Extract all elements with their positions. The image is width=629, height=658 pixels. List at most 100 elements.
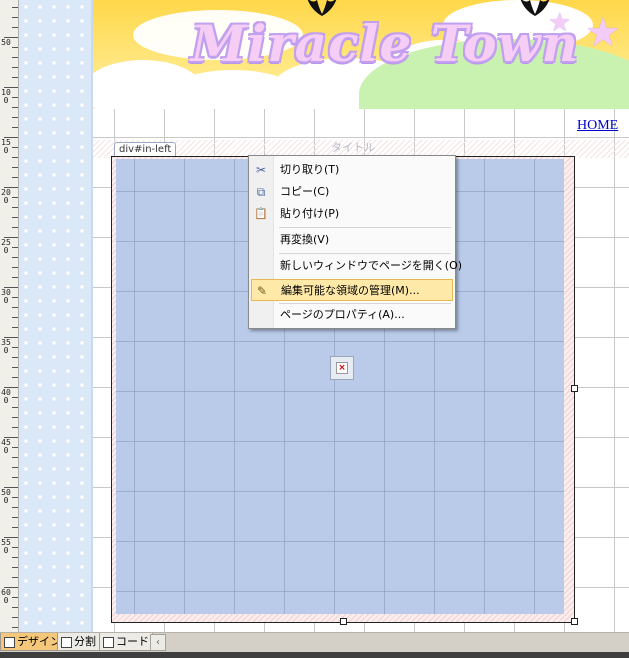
menu-item-label: 貼り付け(P)	[280, 207, 340, 220]
ruler-tick	[12, 457, 18, 458]
tab-label: 分割	[74, 635, 96, 648]
menu-item-label: 編集可能な領域の管理(M)...	[281, 284, 420, 297]
menu-item-label: 切り取り(T)	[280, 163, 340, 176]
ruler-tick	[12, 617, 18, 618]
ruler-label: 250	[1, 238, 11, 255]
ruler-label: 350	[1, 338, 11, 355]
ruler-label: 300	[1, 288, 11, 305]
ruler-tick	[12, 97, 18, 98]
ruler-tick	[12, 417, 18, 418]
tab-label: デザイン	[17, 635, 61, 648]
ruler-tick	[12, 367, 18, 368]
ruler-tick	[12, 557, 18, 558]
ruler-tick	[12, 297, 18, 298]
context-menu: ✂ 切り取り(T) ⧉ コピー(C) 📋 貼り付け(P) 再変換(V) 新しいウ…	[248, 155, 462, 329]
ruler-tick	[12, 157, 18, 158]
ruler-tick	[12, 517, 18, 518]
resize-handle-corner[interactable]	[571, 618, 578, 625]
tab-code[interactable]: コード	[99, 633, 153, 651]
ruler-label: 450	[1, 438, 11, 455]
ruler-label: 100	[1, 88, 11, 105]
ruler-label: 550	[1, 538, 11, 555]
ruler-tick	[12, 507, 18, 508]
menu-item-manage-editable-regions[interactable]: ✎ 編集可能な領域の管理(M)...	[251, 279, 453, 301]
tab-label: コード	[116, 635, 149, 648]
ruler-tick	[12, 127, 18, 128]
menu-item-paste[interactable]: 📋 貼り付け(P)	[251, 203, 453, 225]
ruler-tick	[12, 17, 18, 18]
split-view-icon	[61, 637, 72, 648]
ruler-tick	[12, 327, 18, 328]
ruler-tick	[12, 267, 18, 268]
ruler-label: 500	[1, 488, 11, 505]
ruler-tick	[12, 527, 18, 528]
tab-design[interactable]: デザイン	[0, 633, 65, 651]
menu-item-page-properties[interactable]: ページのプロパティ(A)...	[251, 304, 453, 326]
ruler-tick	[12, 197, 18, 198]
editable-region-icon: ✎	[256, 284, 268, 298]
ruler-tick	[12, 427, 18, 428]
view-switcher-bar: デザイン 分割 コード ‹	[0, 632, 629, 658]
scroll-left-arrow-icon[interactable]: ‹	[150, 634, 166, 651]
ruler-tick	[12, 27, 18, 28]
header-banner: ★ ★ Miracle Town	[93, 0, 629, 109]
ruler-tick	[12, 407, 18, 408]
vertical-ruler[interactable]: 50 100 150 200 250 300 350 400 450 500 550 600	[0, 0, 19, 632]
ruler-tick	[12, 547, 18, 548]
ruler-tick	[12, 117, 18, 118]
ruler-tick	[12, 257, 18, 258]
menu-item-reconvert[interactable]: 再変換(V)	[251, 229, 453, 251]
broken-image-placeholder[interactable]: ×	[330, 356, 354, 380]
home-link[interactable]: HOME	[577, 118, 618, 134]
ruler-tick	[12, 307, 18, 308]
title-placeholder: タイトル	[331, 141, 375, 154]
menu-item-copy[interactable]: ⧉ コピー(C)	[251, 181, 453, 203]
ruler-tick	[12, 107, 18, 108]
ruler-tick	[12, 177, 18, 178]
ruler-tick	[12, 347, 18, 348]
copy-icon: ⧉	[256, 185, 266, 199]
ruler-tick	[12, 217, 18, 218]
ruler-label: 400	[1, 388, 11, 405]
ruler-tick	[12, 357, 18, 358]
ruler-tick	[12, 567, 18, 568]
element-selector-tag[interactable]: div#in-left	[114, 142, 177, 157]
ruler-tick	[12, 467, 18, 468]
ruler-tick	[12, 57, 18, 58]
tab-split[interactable]: 分割	[57, 633, 100, 651]
code-view-icon	[103, 637, 114, 648]
menu-item-cut[interactable]: ✂ 切り取り(T)	[251, 159, 453, 181]
status-bar	[0, 652, 629, 658]
menu-item-label: ページのプロパティ(A)...	[280, 308, 405, 321]
resize-handle-bottom[interactable]	[340, 618, 347, 625]
ruler-tick	[12, 227, 18, 228]
ruler-label: 200	[1, 188, 11, 205]
ruler-tick	[12, 597, 18, 598]
scissors-icon: ✂	[255, 163, 267, 177]
menu-separator	[279, 253, 451, 254]
menu-item-label: 新しいウィンドウでページを開く(O)	[280, 259, 463, 272]
polka-dot-background	[19, 0, 93, 632]
ruler-tick	[12, 627, 18, 628]
ruler-tick	[12, 147, 18, 148]
ruler-tick	[12, 77, 18, 78]
ruler-label: 600	[1, 588, 11, 605]
menu-item-label: 再変換(V)	[280, 233, 330, 246]
broken-image-icon: ×	[336, 362, 348, 374]
ruler-tick	[12, 7, 18, 8]
menu-item-open-new-window[interactable]: 新しいウィンドウでページを開く(O)	[251, 255, 462, 277]
ruler-tick	[12, 497, 18, 498]
ruler-tick	[12, 447, 18, 448]
resize-handle-right[interactable]	[571, 385, 578, 392]
ruler-tick	[12, 317, 18, 318]
ruler-label: 150	[1, 138, 11, 155]
ruler-tick	[12, 167, 18, 168]
ruler-tick	[12, 377, 18, 378]
design-view-icon	[4, 637, 15, 648]
star-icon: ★	[585, 10, 621, 56]
ruler-tick	[12, 477, 18, 478]
ruler-tick	[12, 207, 18, 208]
ruler-tick	[12, 47, 18, 48]
ruler-tick	[12, 607, 18, 608]
paste-icon: 📋	[254, 207, 268, 220]
